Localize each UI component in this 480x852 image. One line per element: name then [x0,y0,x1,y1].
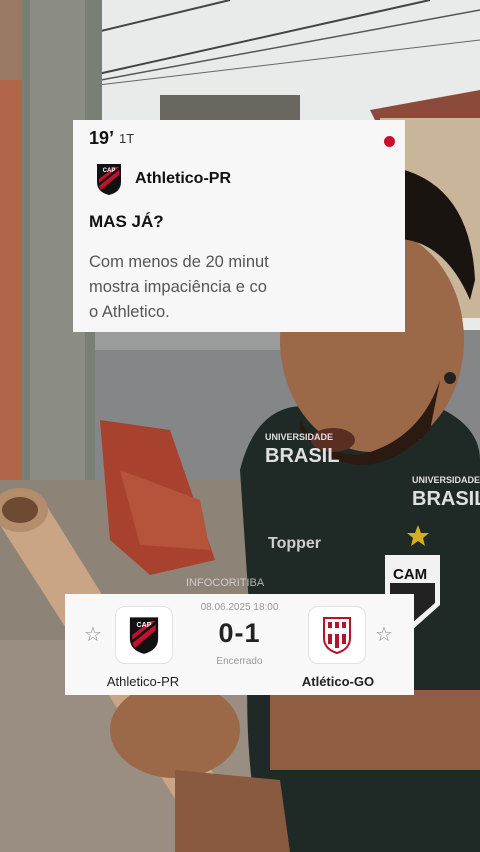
athletico-crest-icon: CAP [97,164,121,195]
live-update-card: 19’ 1T CAP Athletico-PR MAS JÁ? Com meno… [73,120,405,332]
team-name: Athletico-PR [135,170,231,187]
away-team-name: Atlético-GO [301,674,375,689]
video-frame: UNIVERSIDADE BRASIL UNIVERSIDADE BRASIL … [0,0,480,852]
svg-text:BRASIL: BRASIL [265,445,339,467]
svg-text:CAM: CAM [393,566,427,583]
live-indicator-icon [384,136,395,147]
svg-text:INFOCORITIBA: INFOCORITIBA [186,577,265,589]
body-line: Com menos de 20 minut [89,253,269,271]
body-line: o Athletico. [89,303,170,321]
match-scoreboard[interactable]: ☆ CAP 08.06.2025 18:00 0-1 Encerrado ☆ A… [65,594,414,695]
svg-text:UNIVERSIDADE: UNIVERSIDADE [265,432,333,442]
body-line: mostra impaciência e co [89,278,267,296]
match-minute: 19’ [89,128,115,148]
match-period: 1T [119,131,135,146]
update-headline: MAS JÁ? [89,212,164,231]
away-team-logo[interactable] [308,606,366,664]
update-body: Com menos de 20 minut mostra impaciência… [89,250,409,325]
atletico-go-crest-icon [323,617,351,654]
home-team-name: Athletico-PR [106,674,180,689]
svg-text:UNIVERSIDADE: UNIVERSIDADE [412,475,480,485]
svg-text:CAP: CAP [103,168,116,174]
svg-text:BRASIL: BRASIL [412,488,480,510]
favorite-away-star-icon[interactable]: ☆ [375,622,393,647]
svg-text:Topper: Topper [268,535,321,552]
